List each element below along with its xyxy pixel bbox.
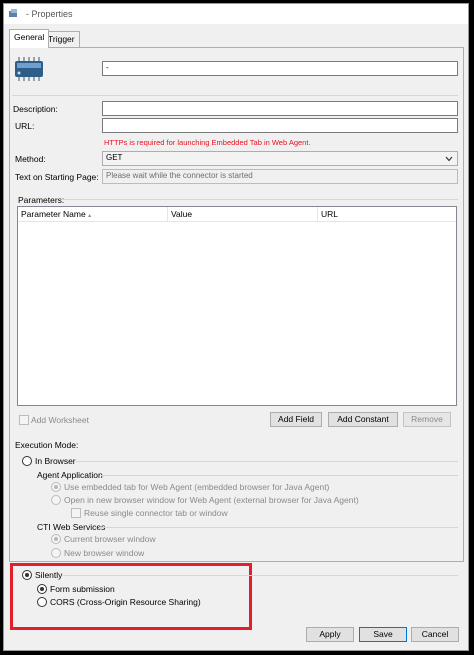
cti-group-line <box>99 527 458 528</box>
sort-asc-icon: ▴ <box>88 213 92 219</box>
remove-button[interactable]: Remove <box>403 412 451 427</box>
agent-application-group-line <box>101 475 458 476</box>
silently-radio[interactable] <box>22 570 32 580</box>
current-browser-window-radio[interactable] <box>51 534 61 544</box>
description-input[interactable] <box>102 101 458 116</box>
reuse-single-tab-label: Reuse single connector tab or window <box>84 508 228 518</box>
starting-page-input[interactable]: Please wait while the connector is start… <box>102 169 458 184</box>
new-browser-window-radio[interactable] <box>51 548 61 558</box>
tab-general[interactable]: General <box>9 29 50 48</box>
method-value: GET <box>106 153 123 162</box>
starting-page-label: Text on Starting Page: <box>15 172 99 182</box>
open-new-window-label: Open in new browser window for Web Agent… <box>64 495 359 505</box>
apply-button[interactable]: Apply <box>306 627 354 642</box>
form-submission-label: Form submission <box>50 584 115 594</box>
add-field-button[interactable]: Add Field <box>270 412 322 427</box>
silently-label: Silently <box>35 570 63 580</box>
cors-label: CORS (Cross-Origin Resource Sharing) <box>50 597 201 607</box>
silently-group-line <box>63 575 458 576</box>
in-browser-label: In Browser <box>35 456 76 466</box>
form-submission-radio[interactable] <box>37 584 47 594</box>
reuse-single-tab-checkbox[interactable] <box>71 508 81 518</box>
use-embedded-tab-label: Use embedded tab for Web Agent (embedded… <box>64 482 330 492</box>
url-label: URL: <box>15 121 35 131</box>
in-browser-radio[interactable] <box>22 456 32 466</box>
window-title: - Properties <box>26 9 73 19</box>
chevron-down-icon[interactable] <box>445 156 453 162</box>
title-bar: - Properties <box>4 4 468 24</box>
cti-web-services-label: CTI Web Services <box>37 522 106 532</box>
divider <box>12 95 458 96</box>
description-label: Description: <box>13 104 58 114</box>
column-header-parameter-name[interactable]: Parameter Name ▴ <box>18 207 168 222</box>
save-button[interactable]: Save <box>359 627 407 642</box>
use-embedded-tab-radio[interactable] <box>51 482 61 492</box>
connector-chip-icon <box>15 57 43 81</box>
cors-radio[interactable] <box>37 597 47 607</box>
cancel-button[interactable]: Cancel <box>411 627 459 642</box>
method-select[interactable]: GET <box>102 151 458 166</box>
current-browser-window-label: Current browser window <box>64 534 156 544</box>
column-header-value[interactable]: Value <box>168 207 318 222</box>
add-worksheet-checkbox[interactable] <box>19 415 29 425</box>
add-worksheet-label: Add Worksheet <box>31 415 89 425</box>
open-new-window-radio[interactable] <box>51 495 61 505</box>
method-label: Method: <box>15 154 46 164</box>
column-header-url[interactable]: URL <box>318 207 456 222</box>
app-icon <box>9 9 17 17</box>
parameters-label: Parameters: <box>18 195 65 205</box>
connector-name-input[interactable]: - <box>102 61 458 76</box>
parameters-group-line <box>63 199 458 200</box>
agent-application-label: Agent Application <box>37 470 103 480</box>
add-constant-button[interactable]: Add Constant <box>328 412 398 427</box>
execution-mode-label: Execution Mode: <box>15 440 79 450</box>
in-browser-group-line <box>76 461 458 462</box>
url-input[interactable] <box>102 118 458 133</box>
new-browser-window-label: New browser window <box>64 548 145 558</box>
column-header-label: Parameter Name <box>21 209 86 219</box>
url-warning-text: HTTPs is required for launching Embedded… <box>104 138 311 147</box>
parameters-table[interactable]: Parameter Name ▴ Value URL <box>17 206 457 406</box>
